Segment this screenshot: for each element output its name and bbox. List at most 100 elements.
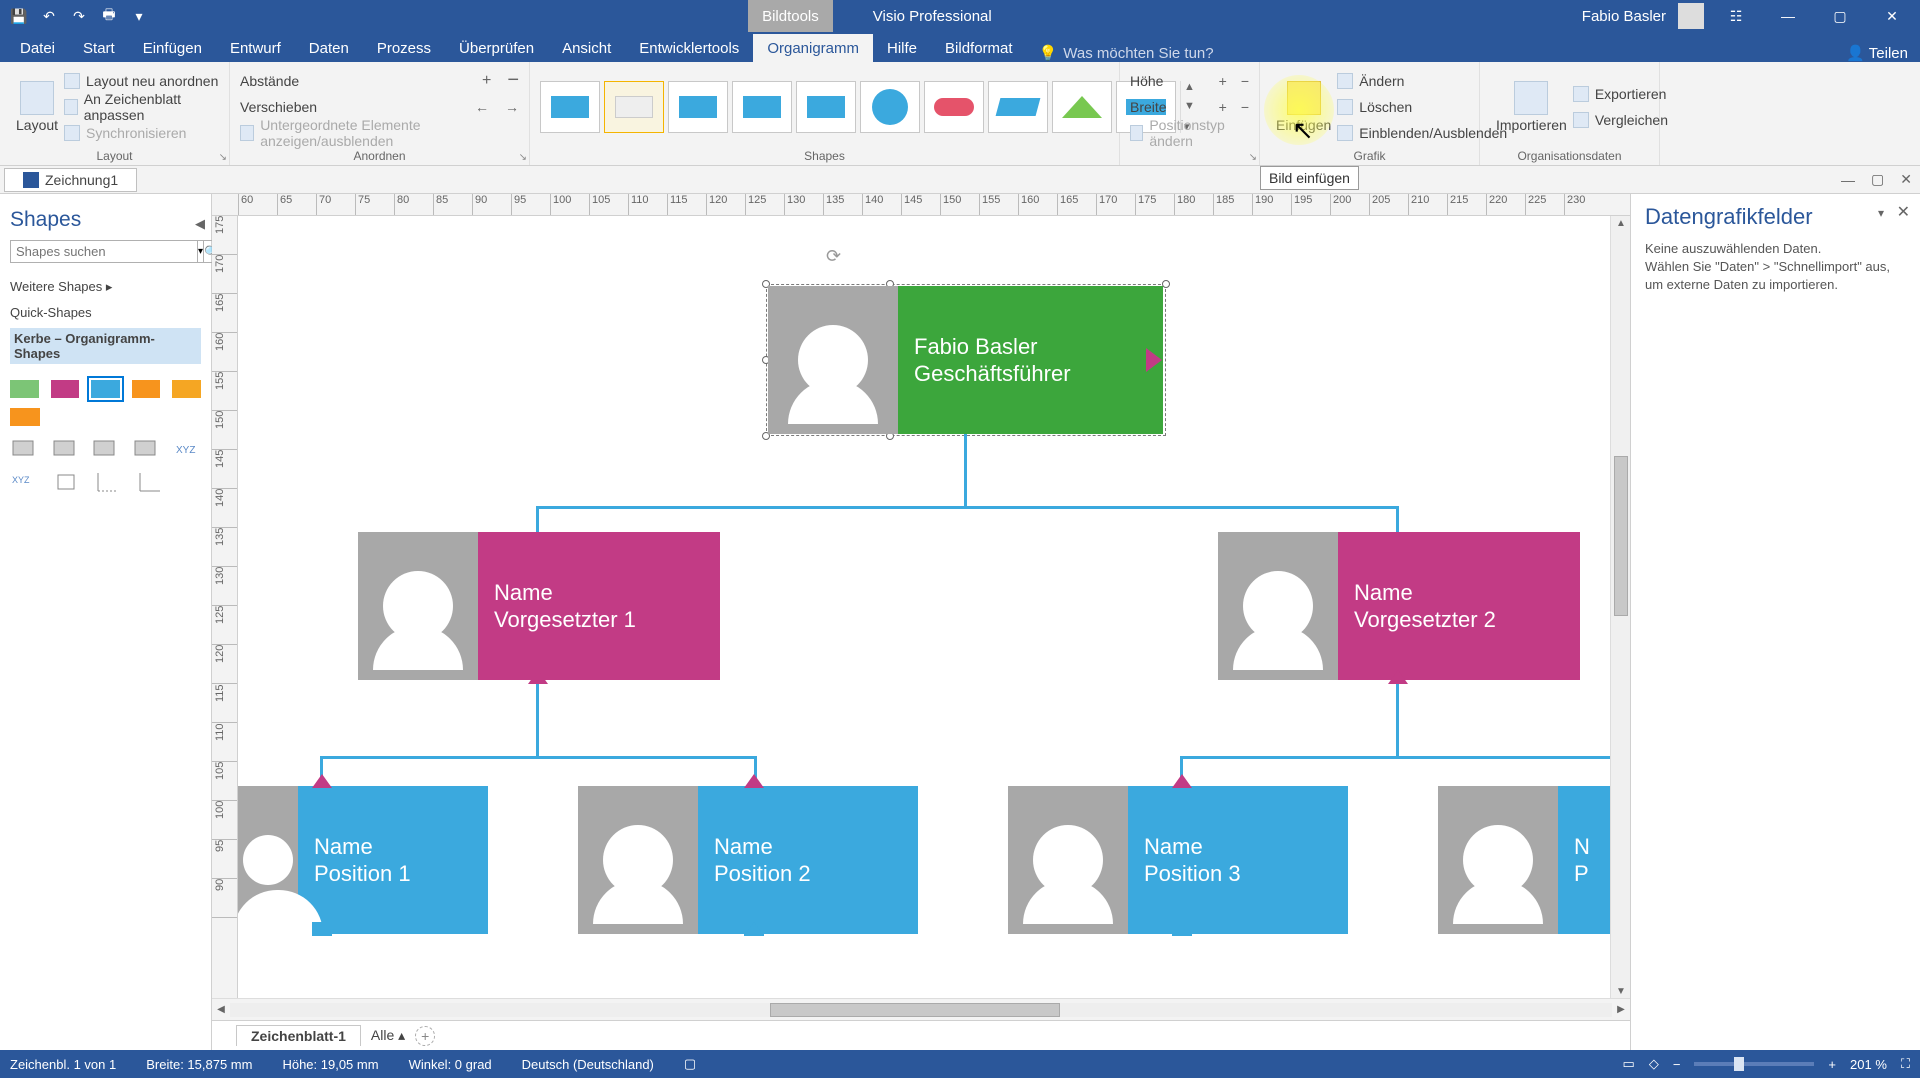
move-left[interactable]: ← bbox=[475, 99, 489, 115]
save-button[interactable]: 💾 bbox=[8, 5, 30, 27]
shape-style-6[interactable] bbox=[860, 81, 920, 133]
spacing-minus[interactable]: − bbox=[507, 69, 519, 92]
node-p2-collapse[interactable] bbox=[744, 922, 764, 936]
tab-einfuegen[interactable]: Einfügen bbox=[129, 34, 216, 62]
scroll-down-icon[interactable]: ▼ bbox=[1614, 984, 1628, 998]
print-button[interactable]: 🖶 bbox=[98, 5, 120, 27]
importieren-button[interactable]: Importieren bbox=[1490, 81, 1573, 133]
width-minus[interactable]: − bbox=[1241, 99, 1249, 115]
shape-style-3[interactable] bbox=[668, 81, 728, 133]
einfuegen-button[interactable]: Einfügen ↖ bbox=[1270, 81, 1337, 133]
shape-style-5[interactable] bbox=[796, 81, 856, 133]
shape-mini-1[interactable] bbox=[10, 436, 39, 460]
move-right[interactable]: → bbox=[505, 99, 519, 115]
node-p1-to-parent[interactable] bbox=[312, 774, 332, 788]
exportieren-button[interactable]: Exportieren bbox=[1573, 82, 1668, 106]
swatch-orange2[interactable] bbox=[172, 380, 201, 398]
scroll-up-icon[interactable]: ▲ bbox=[1614, 216, 1628, 230]
ribbon-display-options[interactable]: ☷ bbox=[1716, 0, 1756, 32]
shape-style-7[interactable] bbox=[924, 81, 984, 133]
tab-daten[interactable]: Daten bbox=[295, 34, 363, 62]
shape-style-9[interactable] bbox=[1052, 81, 1112, 133]
shape-mini-3[interactable] bbox=[91, 436, 120, 460]
node-m1[interactable]: NameVorgesetzter 1 bbox=[358, 532, 720, 680]
presentation-mode[interactable]: ▭ bbox=[1623, 1056, 1635, 1072]
node-p3-collapse[interactable] bbox=[1172, 922, 1192, 936]
shape-mini-9[interactable] bbox=[136, 470, 166, 494]
node-p4[interactable]: NP bbox=[1438, 786, 1630, 934]
node-ceo[interactable]: Fabio BaslerGeschäftsführer bbox=[768, 286, 1163, 434]
swatch-orange[interactable] bbox=[132, 380, 161, 398]
tab-prozess[interactable]: Prozess bbox=[363, 34, 445, 62]
zoom-in[interactable]: + bbox=[1828, 1057, 1836, 1072]
undo-button[interactable]: ↶ bbox=[38, 5, 60, 27]
rpanel-dd[interactable]: ▾ bbox=[1878, 206, 1884, 220]
spacing-plus[interactable]: + bbox=[482, 72, 491, 90]
status-record-icon[interactable]: ▢ bbox=[684, 1056, 696, 1072]
swatch-blue[interactable] bbox=[91, 380, 120, 398]
layout-button[interactable]: Layout bbox=[10, 81, 64, 133]
tab-datei[interactable]: Datei bbox=[6, 34, 69, 62]
node-p2-to-parent[interactable] bbox=[744, 774, 764, 788]
width-plus[interactable]: + bbox=[1219, 99, 1227, 115]
group-anordnen-launcher[interactable]: ↘ bbox=[519, 152, 527, 163]
redo-button[interactable]: ↷ bbox=[68, 5, 90, 27]
swatch-green[interactable] bbox=[10, 380, 39, 398]
vergleichen-button[interactable]: Vergleichen bbox=[1573, 108, 1668, 132]
shape-mini-4[interactable] bbox=[132, 436, 161, 460]
shape-mini-2[interactable] bbox=[51, 436, 80, 460]
node-m1-collapse[interactable] bbox=[528, 670, 548, 684]
node-ceo-collapse[interactable] bbox=[1146, 348, 1162, 372]
fit-to-window[interactable]: ◇ bbox=[1649, 1056, 1659, 1072]
contextual-tab-bildtools[interactable]: Bildtools bbox=[748, 0, 833, 32]
share-button[interactable]: 👤Teilen bbox=[1834, 44, 1920, 62]
height-minus[interactable]: − bbox=[1241, 73, 1249, 89]
tab-hilfe[interactable]: Hilfe bbox=[873, 34, 931, 62]
docwin-maximize[interactable]: ▢ bbox=[1871, 171, 1884, 188]
scroll-right-icon[interactable]: ▶ bbox=[1612, 1001, 1630, 1019]
shapes-search-input[interactable] bbox=[10, 240, 198, 263]
node-m2[interactable]: NameVorgesetzter 2 bbox=[1218, 532, 1580, 680]
node-p3-to-parent[interactable] bbox=[1172, 774, 1192, 788]
scrollbar-vertical[interactable]: ▲ ▼ bbox=[1610, 216, 1630, 998]
height-plus[interactable]: + bbox=[1219, 73, 1227, 89]
tab-start[interactable]: Start bbox=[69, 34, 129, 62]
group-layout-launcher[interactable]: ↘ bbox=[219, 152, 227, 163]
shape-style-1[interactable] bbox=[540, 81, 600, 133]
tab-bildformat[interactable]: Bildformat bbox=[931, 34, 1027, 62]
zoom-level[interactable]: 201 % bbox=[1850, 1057, 1887, 1072]
node-p1[interactable]: NamePosition 1 bbox=[238, 786, 488, 934]
tab-ueberpruefen[interactable]: Überprüfen bbox=[445, 34, 548, 62]
tab-entwicklertools[interactable]: Entwicklertools bbox=[625, 34, 753, 62]
sp-quick-shapes[interactable]: Quick-Shapes bbox=[10, 303, 201, 322]
tab-entwurf[interactable]: Entwurf bbox=[216, 34, 295, 62]
swatch-orange3[interactable] bbox=[10, 408, 40, 426]
shape-mini-5[interactable]: XYZ bbox=[172, 436, 201, 460]
fitpage-button[interactable]: An Zeichenblatt anpassen bbox=[64, 95, 219, 119]
node-m2-collapse[interactable] bbox=[1388, 670, 1408, 684]
scroll-v-thumb[interactable] bbox=[1614, 456, 1628, 616]
rotate-handle[interactable]: ⟳ bbox=[826, 246, 841, 267]
docwin-close[interactable]: ✕ bbox=[1900, 171, 1912, 188]
node-p1-collapse[interactable] bbox=[312, 922, 332, 936]
relayout-button[interactable]: Layout neu anordnen bbox=[64, 69, 219, 93]
window-maximize[interactable]: ▢ bbox=[1820, 0, 1860, 32]
docwin-minimize[interactable]: — bbox=[1841, 172, 1855, 188]
node-p3[interactable]: NamePosition 3 bbox=[1008, 786, 1348, 934]
page-tab-1[interactable]: Zeichenblatt-1 bbox=[236, 1025, 361, 1046]
user-avatar[interactable] bbox=[1678, 3, 1704, 29]
shape-mini-6[interactable]: XYZ bbox=[10, 470, 40, 494]
shape-mini-7[interactable] bbox=[52, 470, 82, 494]
tab-ansicht[interactable]: Ansicht bbox=[548, 34, 625, 62]
shapes-panel-collapse[interactable]: ◀ bbox=[195, 216, 205, 232]
shape-style-2[interactable] bbox=[604, 81, 664, 133]
sp-weitere-shapes[interactable]: Weitere Shapes ▸ bbox=[10, 277, 201, 297]
zoom-slider[interactable] bbox=[1694, 1062, 1814, 1066]
tab-organigramm[interactable]: Organigramm bbox=[753, 34, 873, 62]
doctab-zeichnung1[interactable]: Zeichnung1 bbox=[4, 168, 137, 192]
scroll-h-thumb[interactable] bbox=[770, 1003, 1060, 1017]
qat-customize[interactable]: ▾ bbox=[128, 5, 150, 27]
add-page-button[interactable]: + bbox=[415, 1026, 435, 1046]
shape-mini-8[interactable] bbox=[94, 470, 124, 494]
page-tab-alle[interactable]: Alle ▴ bbox=[371, 1027, 405, 1044]
